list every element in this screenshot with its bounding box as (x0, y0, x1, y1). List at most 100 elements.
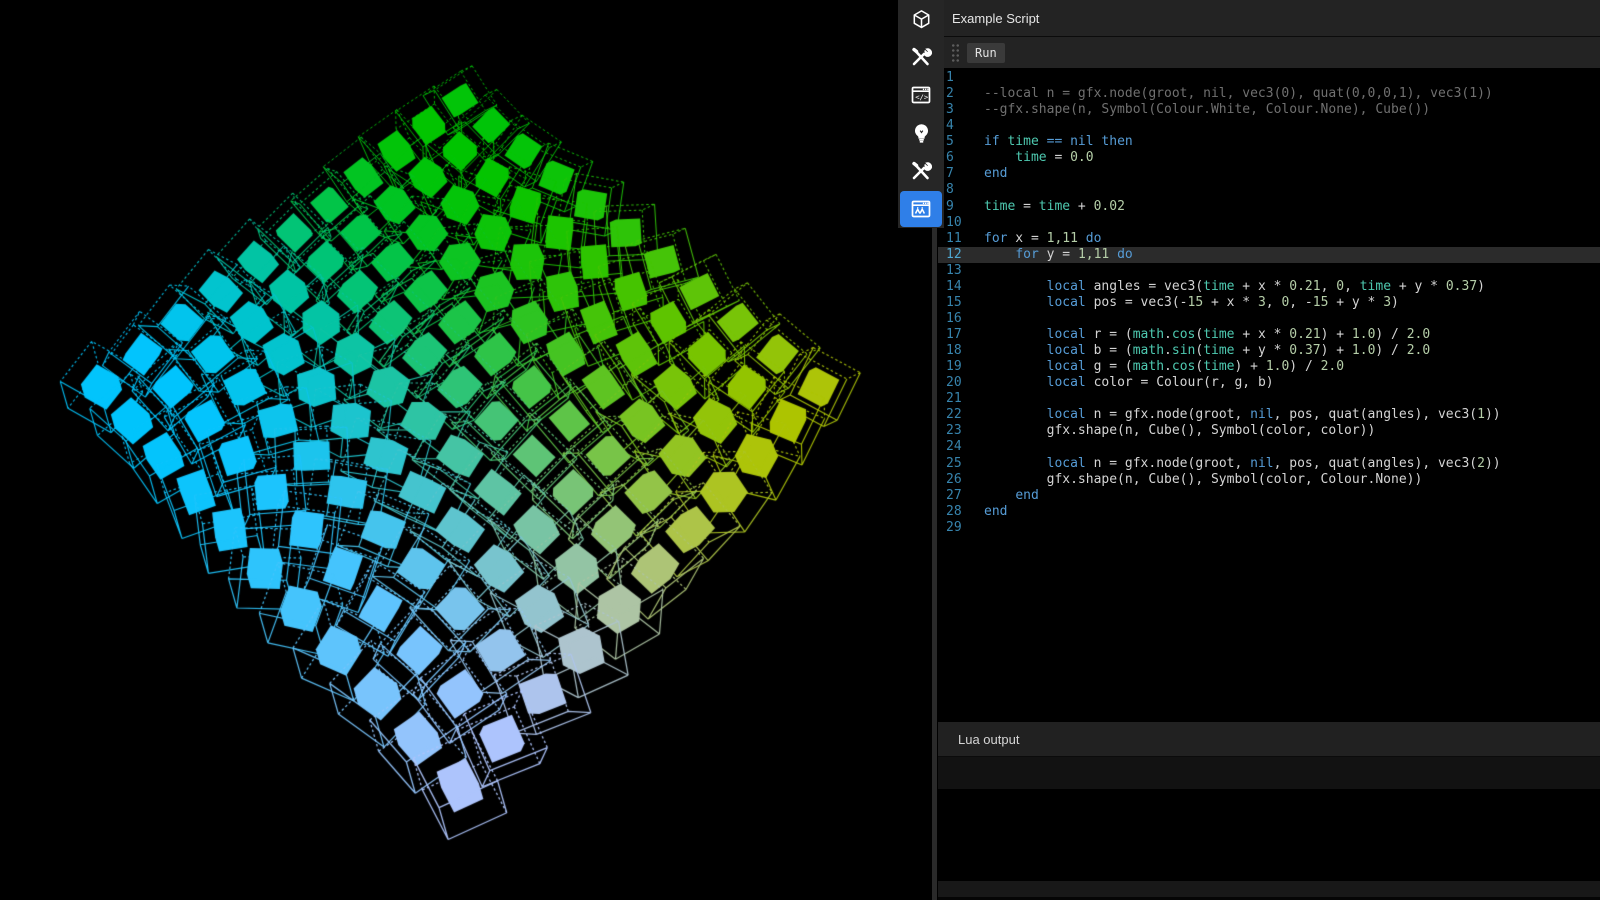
line-number: 28 (938, 504, 968, 520)
code-line-text: --gfx.shape(n, Symbol(Colour.White, Colo… (968, 102, 1430, 118)
code-line-text: for x = 1,11 do (968, 231, 1101, 247)
line-number: 24 (938, 439, 968, 455)
toolbar-button-code-window[interactable]: </> (898, 76, 944, 114)
code-line[interactable]: 20 local color = Colour(r, g, b) (938, 375, 1600, 391)
code-line-text: --local n = gfx.node(groot, nil, vec3(0)… (968, 86, 1493, 102)
script-window-icon (900, 191, 942, 227)
code-line-text: local n = gfx.node(groot, nil, pos, quat… (968, 407, 1501, 423)
script-panel: Example Script Run 12--local n = gfx.nod… (938, 0, 1600, 900)
toolbar-button-script-window[interactable] (898, 190, 944, 228)
code-line-text: local n = gfx.node(groot, nil, pos, quat… (968, 456, 1501, 472)
line-number: 26 (938, 472, 968, 488)
code-line[interactable]: 24 (938, 439, 1600, 455)
line-number: 23 (938, 423, 968, 439)
code-window-icon: </> (909, 83, 933, 107)
lightbulb-icon (910, 122, 933, 145)
line-number: 29 (938, 520, 968, 536)
code-line-text: end (968, 166, 1007, 182)
code-line[interactable]: 26 gfx.shape(n, Cube(), Symbol(color, Co… (938, 472, 1600, 488)
code-line[interactable]: 12 for y = 1,11 do (938, 247, 1600, 263)
run-button[interactable]: Run (967, 43, 1005, 63)
code-line[interactable]: 28end (938, 504, 1600, 520)
toolbar-button-tools[interactable] (898, 38, 944, 76)
code-line[interactable]: 1 (938, 70, 1600, 86)
code-line-text (968, 215, 984, 231)
tools-icon (909, 159, 933, 183)
code-line[interactable]: 11for x = 1,11 do (938, 231, 1600, 247)
script-panel-header: Example Script (938, 0, 1600, 37)
code-line-text: for y = 1,11 do (968, 247, 1133, 263)
line-number: 25 (938, 456, 968, 472)
code-line[interactable]: 8 (938, 182, 1600, 198)
code-line-text (968, 439, 984, 455)
line-number: 16 (938, 311, 968, 327)
code-line[interactable]: 13 (938, 263, 1600, 279)
code-line[interactable]: 27 end (938, 488, 1600, 504)
code-line-text: local r = (math.cos(time + x * 0.21) + 1… (968, 327, 1430, 343)
code-line[interactable]: 15 local pos = vec3(-15 + x * 3, 0, -15 … (938, 295, 1600, 311)
toolbar-button-lightbulb[interactable] (898, 114, 944, 152)
code-line-text (968, 182, 984, 198)
toolbar: </> (898, 0, 944, 228)
line-number: 21 (938, 391, 968, 407)
cube-icon (910, 8, 933, 31)
code-line[interactable]: 25 local n = gfx.node(groot, nil, pos, q… (938, 456, 1600, 472)
code-line[interactable]: 5if time == nil then (938, 134, 1600, 150)
code-line-text: local b = (math.sin(time + y * 0.37) + 1… (968, 343, 1430, 359)
line-number: 12 (938, 247, 968, 263)
line-number: 17 (938, 327, 968, 343)
code-line[interactable]: 22 local n = gfx.node(groot, nil, pos, q… (938, 407, 1600, 423)
code-line-text: time = time + 0.02 (968, 199, 1125, 215)
code-line[interactable]: 29 (938, 520, 1600, 536)
output-panel-title: Lua output (938, 732, 1019, 747)
code-line-text: gfx.shape(n, Cube(), Symbol(color, Colou… (968, 472, 1422, 488)
code-line-text: end (968, 504, 1007, 520)
line-number: 11 (938, 231, 968, 247)
code-line-text: time = 0.0 (968, 150, 1094, 166)
code-line-text (968, 311, 984, 327)
output-console-line (938, 757, 1600, 789)
code-line-text: end (968, 488, 1039, 504)
toolbar-button-cube[interactable] (898, 0, 944, 38)
line-number: 13 (938, 263, 968, 279)
code-line[interactable]: 16 (938, 311, 1600, 327)
code-line[interactable]: 23 gfx.shape(n, Cube(), Symbol(color, co… (938, 423, 1600, 439)
code-line-text (968, 391, 984, 407)
code-line[interactable]: 9time = time + 0.02 (938, 199, 1600, 215)
code-line-text (968, 118, 984, 134)
run-bar: Run (938, 37, 1600, 68)
code-editor[interactable]: 12--local n = gfx.node(groot, nil, vec3(… (938, 70, 1600, 722)
code-line-text: local g = (math.cos(time) + 1.0) / 2.0 (968, 359, 1344, 375)
code-line[interactable]: 14 local angles = vec3(time + x * 0.21, … (938, 279, 1600, 295)
output-input[interactable] (938, 881, 1600, 900)
script-panel-title: Example Script (938, 11, 1039, 26)
line-number: 19 (938, 359, 968, 375)
drag-handle-icon[interactable] (951, 43, 960, 62)
code-line[interactable]: 18 local b = (math.sin(time + y * 0.37) … (938, 343, 1600, 359)
code-line[interactable]: 21 (938, 391, 1600, 407)
line-number: 15 (938, 295, 968, 311)
code-line[interactable]: 4 (938, 118, 1600, 134)
code-line[interactable]: 2--local n = gfx.node(groot, nil, vec3(0… (938, 86, 1600, 102)
code-line[interactable]: 6 time = 0.0 (938, 150, 1600, 166)
code-line-text (968, 70, 984, 86)
app: </> (0, 0, 1600, 900)
code-line-text: local pos = vec3(-15 + x * 3, 0, -15 + y… (968, 295, 1399, 311)
line-number: 22 (938, 407, 968, 423)
output-panel-header: Lua output (938, 722, 1600, 757)
code-line-text: if time == nil then (968, 134, 1133, 150)
code-line[interactable]: 10 (938, 215, 1600, 231)
toolbar-button-tools-2[interactable] (898, 152, 944, 190)
code-line[interactable]: 19 local g = (math.cos(time) + 1.0) / 2.… (938, 359, 1600, 375)
code-line[interactable]: 7end (938, 166, 1600, 182)
line-number: 27 (938, 488, 968, 504)
line-number: 20 (938, 375, 968, 391)
code-line-text (968, 520, 984, 536)
tools-icon (909, 45, 933, 69)
code-line-text (968, 263, 984, 279)
code-line[interactable]: 17 local r = (math.cos(time + x * 0.21) … (938, 327, 1600, 343)
code-line-text: local angles = vec3(time + x * 0.21, 0, … (968, 279, 1485, 295)
code-line[interactable]: 3--gfx.shape(n, Symbol(Colour.White, Col… (938, 102, 1600, 118)
svg-text:</>: </> (915, 92, 929, 101)
3d-viewport[interactable] (0, 0, 898, 900)
